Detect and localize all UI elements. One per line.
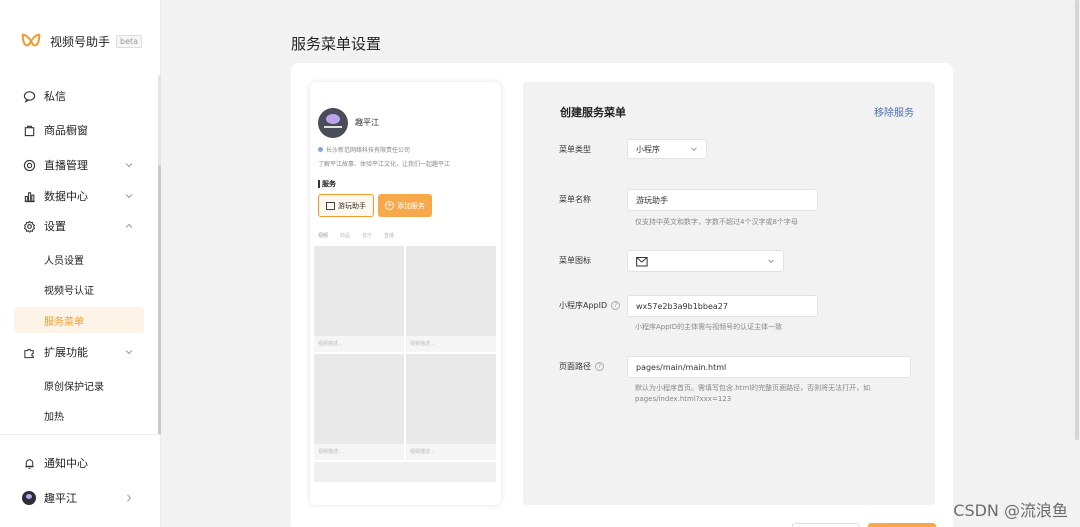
save-button[interactable]: [868, 523, 936, 527]
sidebar-item-showcase[interactable]: 商品橱窗: [14, 117, 144, 143]
preview-video-thumb: [314, 246, 404, 336]
sidebar-item-staff-settings[interactable]: 人员设置: [14, 246, 144, 272]
plus-circle-icon: +: [385, 201, 394, 210]
phone-preview: 趣平江 长沙新范网络科技有限责任公司 了解平江故事、体验平江文化，让我们一起趣平…: [310, 82, 501, 505]
preview-video-caption: 视频描述...: [406, 336, 496, 352]
preview-avatar: [318, 108, 348, 138]
sidebar-item-label: 直播管理: [44, 159, 88, 172]
menu-name-hint: 仅支持中英文和数字，字数不超过4个汉字或8个字母: [635, 218, 798, 226]
preview-service-button[interactable]: 游玩助手: [318, 194, 374, 217]
avatar: [22, 491, 36, 505]
gear-icon: [22, 219, 36, 233]
preview-tab: 直播: [384, 233, 395, 239]
preview-video-thumb: [314, 354, 404, 444]
sidebar-item-notifications[interactable]: 通知中心: [14, 450, 144, 476]
sidebar-item-verification[interactable]: 视频号认证: [14, 276, 144, 302]
menu-name-input[interactable]: 游玩助手: [627, 189, 818, 211]
sidebar-item-messages[interactable]: 私信: [14, 83, 144, 109]
preview-tab: 商品: [340, 233, 351, 239]
sidebar-item-label: 商品橱窗: [44, 124, 88, 137]
sidebar-divider: [0, 434, 160, 435]
sidebar-item-boost[interactable]: 加热: [14, 402, 144, 428]
sidebar-item-label: 设置: [44, 220, 66, 233]
page-path-hint: 默认为小程序首页。需填写包含.html的完整页面路径，否则将无法打开，如: [635, 384, 871, 392]
remove-service-link[interactable]: 移除服务: [874, 104, 914, 119]
cancel-button[interactable]: [792, 523, 860, 527]
sidebar-item-service-menu[interactable]: 服务菜单: [14, 307, 144, 333]
add-service-label: 添加服务: [397, 201, 425, 210]
account-name: 趣平江: [44, 492, 77, 505]
sidebar-scrollbar[interactable]: [158, 165, 161, 435]
verified-icon: [318, 147, 323, 152]
mail-icon: [326, 201, 335, 210]
brand-name: 视频号助手: [50, 34, 111, 49]
sidebar-item-label: 扩展功能: [44, 346, 88, 359]
preview-service-heading: 服务: [318, 180, 336, 188]
chevron-up-icon: [125, 223, 133, 228]
chat-bubble-icon: [22, 89, 36, 103]
chevron-down-icon: [768, 257, 774, 264]
preview-tab: 视频: [318, 233, 329, 239]
sidebar-item-data[interactable]: 数据中心: [14, 183, 144, 209]
help-icon[interactable]: ?: [611, 301, 621, 310]
menu-icon-select[interactable]: [627, 250, 784, 272]
preview-description: 了解平江故事、体验平江文化，让我们一起趣平江: [318, 161, 451, 168]
preview-company-text: 长沙新范网络科技有限责任公司: [326, 147, 411, 154]
preview-video-thumb: [406, 354, 496, 444]
preview-company: 长沙新范网络科技有限责任公司: [318, 145, 410, 154]
appid-input[interactable]: wx57e2b3a9b1bbea27: [627, 295, 818, 317]
chevron-down-icon: [125, 163, 133, 168]
chevron-right-icon: [127, 494, 132, 502]
shopping-bag-icon: [22, 123, 36, 137]
sidebar-item-label: 私信: [44, 90, 66, 103]
appid-label: 小程序AppID ?: [559, 300, 621, 311]
sidebar-item-label: 通知中心: [44, 457, 88, 470]
preview-video-thumb: [406, 246, 496, 336]
page-path-label: 页面路径 ?: [559, 361, 604, 372]
mail-icon: [636, 256, 648, 266]
sidebar-item-extend[interactable]: 扩展功能: [14, 339, 144, 365]
add-service-button[interactable]: + 添加服务: [378, 194, 432, 217]
preview-account-name: 趣平江: [355, 118, 379, 127]
menu-type-select[interactable]: 小程序: [627, 139, 707, 159]
page-scrollbar[interactable]: [1075, 0, 1079, 440]
brand[interactable]: 视频号助手 beta: [20, 30, 143, 52]
appid-hint: 小程序AppID的主体需与视频号的认证主体一致: [635, 323, 783, 331]
preview-service-label: 游玩助手: [338, 201, 366, 210]
page-path-label-text: 页面路径: [559, 362, 591, 371]
menu-name-label: 菜单名称: [559, 195, 591, 204]
page-path-example: pages/index.html?xxx=123: [635, 395, 732, 403]
puzzle-icon: [22, 345, 36, 359]
sidebar-item-settings[interactable]: 设置: [14, 213, 144, 239]
preview-video-caption: 视频描述...: [314, 336, 404, 352]
chevron-down-icon: [691, 145, 697, 152]
beta-badge: beta: [116, 34, 143, 48]
menu-icon-label: 菜单图标: [559, 256, 591, 265]
sidebar-account[interactable]: 趣平江: [14, 485, 144, 511]
preview-tabs: 视频 商品 音乐 直播: [318, 232, 493, 244]
menu-type-value: 小程序: [636, 144, 660, 154]
help-icon[interactable]: ?: [595, 362, 604, 371]
bell-icon: [22, 456, 36, 470]
form-title: 创建服务菜单: [560, 106, 626, 119]
page-path-input[interactable]: pages/main/main.html: [627, 356, 911, 378]
sidebar-item-live[interactable]: 直播管理: [14, 152, 144, 178]
preview-video-thumb: [314, 462, 496, 482]
chevron-down-icon: [125, 350, 133, 355]
watermark: CSDN @流浪鱼: [953, 501, 1068, 520]
page-title: 服务菜单设置: [291, 35, 382, 53]
preview-tab: 音乐: [362, 233, 373, 239]
logo-icon: [21, 33, 41, 47]
bar-chart-icon: [22, 189, 36, 203]
appid-label-text: 小程序AppID: [559, 301, 608, 310]
sidebar-item-label: 数据中心: [44, 190, 88, 203]
sidebar-item-original-protection[interactable]: 原创保护记录: [14, 372, 144, 398]
preview-video-caption: 视频描述...: [314, 444, 404, 460]
preview-video-caption: 视频描述...: [406, 444, 496, 460]
menu-type-label: 菜单类型: [559, 145, 591, 154]
chevron-down-icon: [125, 194, 133, 199]
live-icon: [22, 158, 36, 172]
